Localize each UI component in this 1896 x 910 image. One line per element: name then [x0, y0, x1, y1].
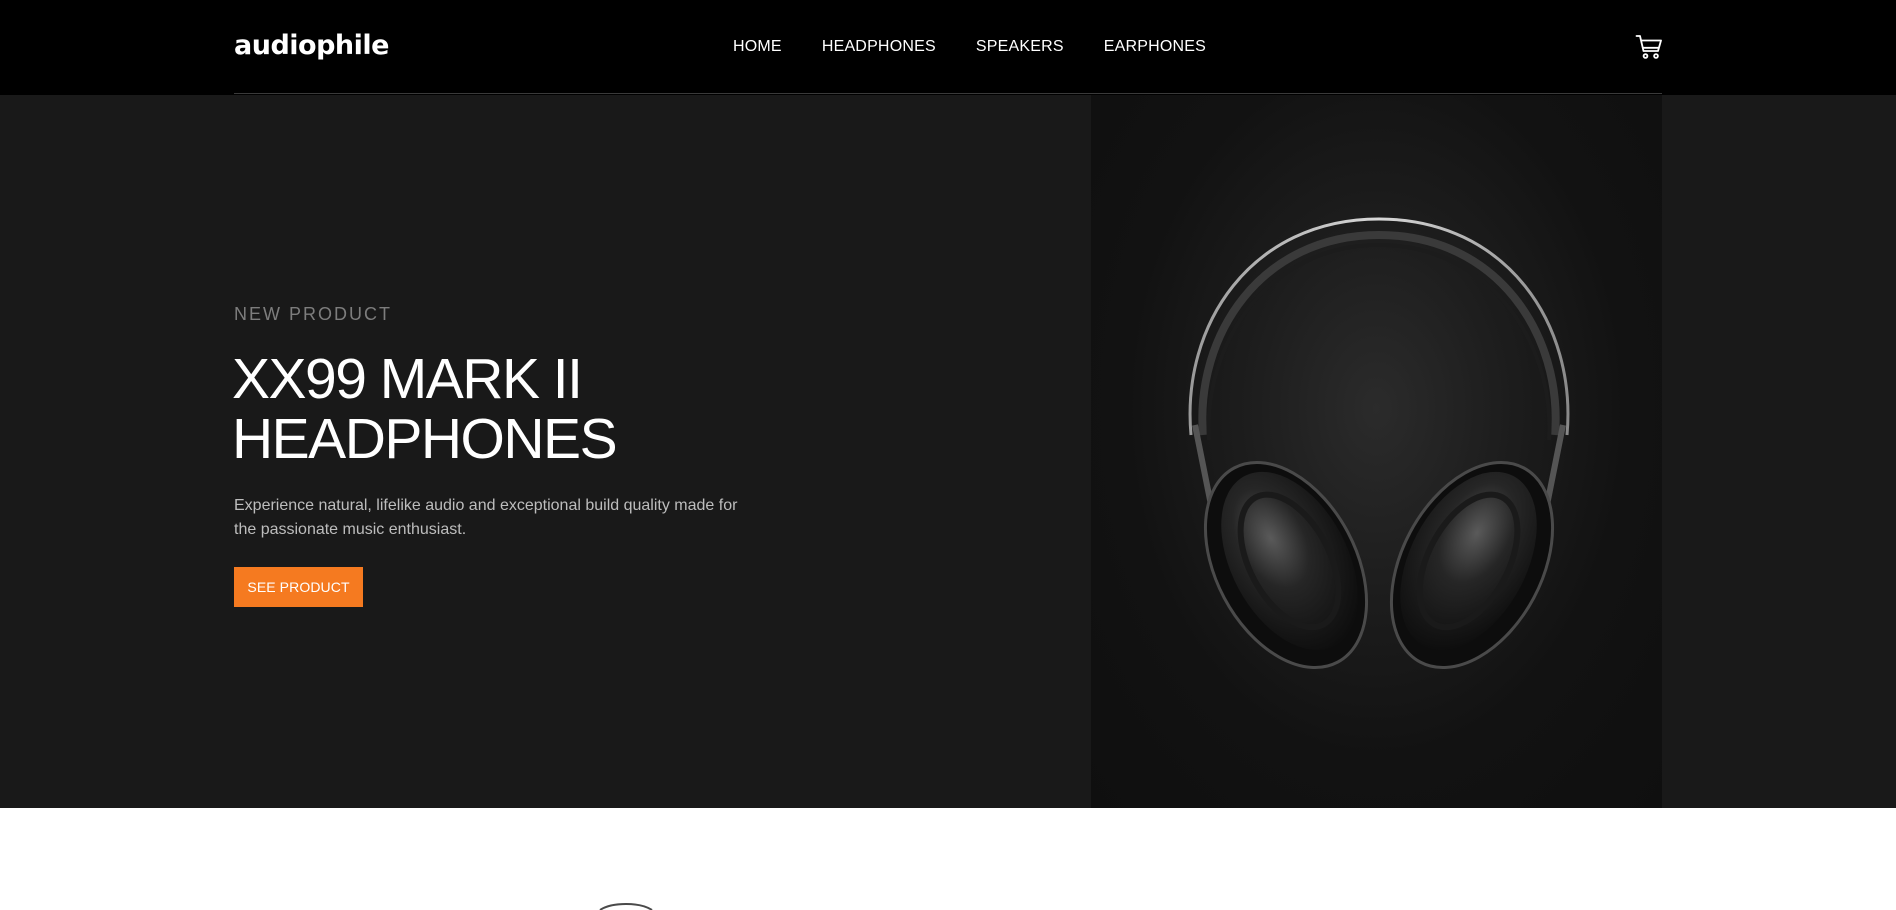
below-hero-section — [0, 808, 1896, 910]
headphones-image — [1091, 95, 1662, 808]
site-header: audiophile HOME HEADPHONES SPEAKERS EARP… — [0, 0, 1896, 95]
hero-overline: NEW PRODUCT — [234, 304, 392, 324]
logo[interactable]: audiophile — [234, 28, 389, 64]
nav-link-speakers[interactable]: SPEAKERS — [976, 36, 1064, 58]
hero-title: XX99 MARK II HEADPHONES — [232, 347, 618, 471]
hero-title-line-2: HEADPHONES — [232, 407, 618, 471]
nav-link-home[interactable]: HOME — [733, 36, 782, 58]
hero-description: Experience natural, lifelike audio and e… — [234, 497, 738, 538]
nav-link-headphones[interactable]: HEADPHONES — [822, 36, 936, 58]
header-divider — [234, 93, 1662, 94]
hero-title-line-1: XX99 MARK II — [232, 347, 583, 411]
nav-link-earphones[interactable]: EARPHONES — [1104, 36, 1206, 58]
cart-icon[interactable] — [1635, 34, 1663, 60]
hero-section: NEW PRODUCT XX99 MARK II HEADPHONES Expe… — [0, 95, 1896, 808]
product-image-peek — [599, 903, 653, 910]
main-nav: HOME HEADPHONES SPEAKERS EARPHONES — [733, 36, 1206, 58]
see-product-button[interactable]: SEE PRODUCT — [234, 567, 363, 607]
